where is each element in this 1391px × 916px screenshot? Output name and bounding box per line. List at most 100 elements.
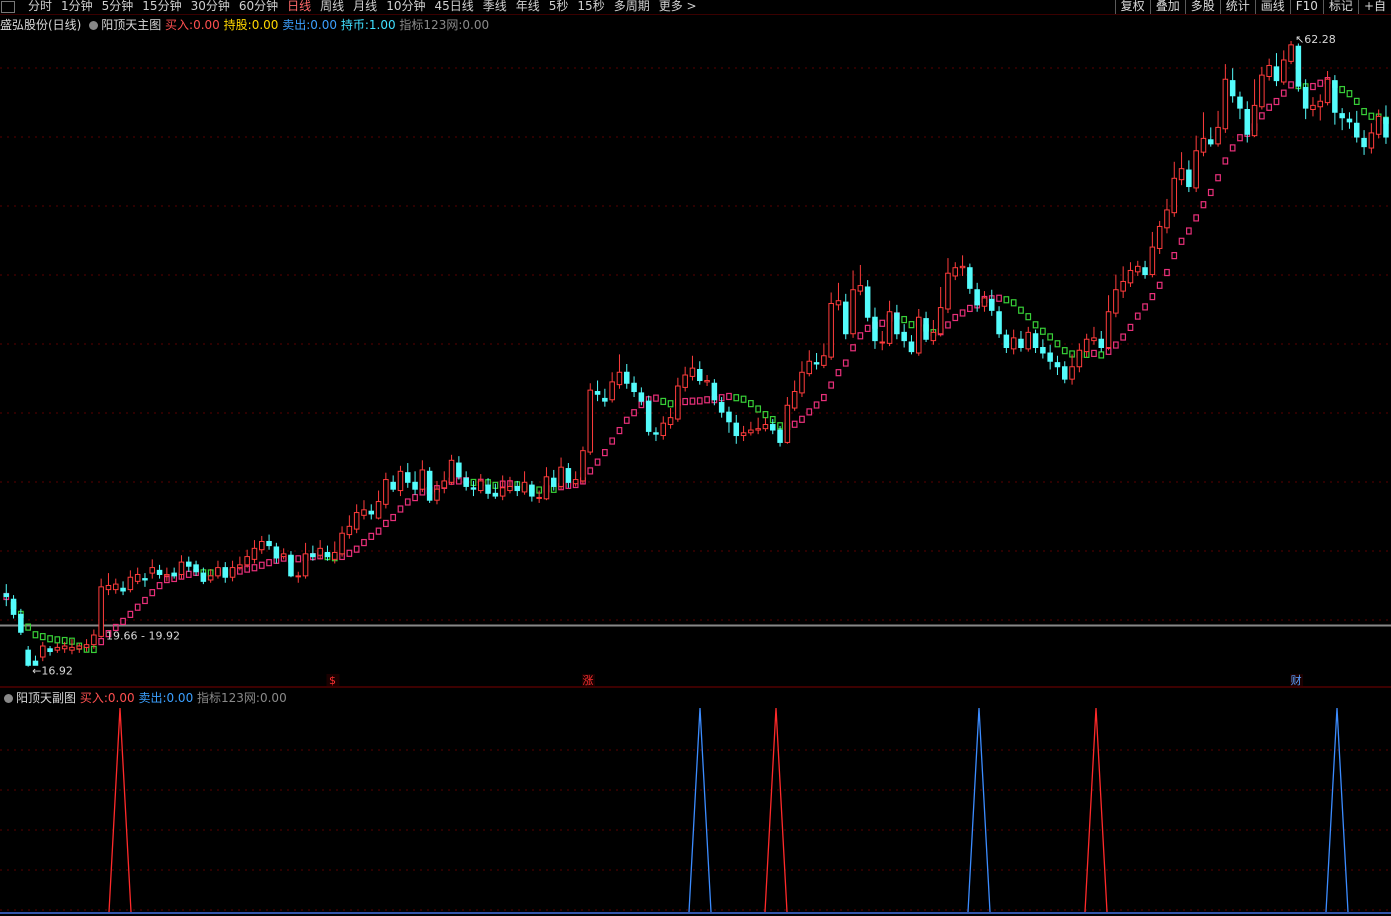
- trend-mark: [587, 467, 594, 475]
- period-tab[interactable]: 多周期: [614, 0, 650, 14]
- candle-body: [704, 380, 710, 383]
- period-tab[interactable]: 更多 >: [659, 0, 697, 14]
- trend-mark: [1222, 157, 1229, 165]
- tool-button[interactable]: 多股: [1184, 0, 1220, 14]
- period-tab[interactable]: 周线: [320, 0, 344, 14]
- sub-indicator-menu-icon[interactable]: [4, 694, 13, 703]
- buy-value: 0.00: [193, 18, 220, 32]
- trend-mark: [185, 570, 192, 578]
- tool-button[interactable]: 叠加: [1149, 0, 1185, 14]
- tool-button[interactable]: F10: [1289, 0, 1323, 14]
- tool-button[interactable]: +自: [1357, 0, 1391, 14]
- candle-body: [587, 389, 594, 453]
- candle-body: [1295, 45, 1302, 87]
- trend-mark: [842, 359, 849, 367]
- candle-body: [507, 485, 513, 492]
- panel-toggle-icon[interactable]: [1, 1, 15, 13]
- candle-body: [1346, 118, 1353, 123]
- candle-body: [492, 492, 499, 497]
- period-tab[interactable]: 1分钟: [61, 0, 93, 14]
- candle-body: [1120, 280, 1126, 292]
- signal-spike: [108, 707, 132, 913]
- candle-body: [872, 316, 878, 342]
- period-tab[interactable]: 10分钟: [386, 0, 425, 14]
- period-tab[interactable]: 30分钟: [191, 0, 230, 14]
- hold-value: 0.00: [251, 18, 279, 32]
- candle-body: [733, 422, 740, 437]
- candle-body: [536, 496, 542, 499]
- trend-mark: [1215, 174, 1221, 182]
- tool-button[interactable]: 标记: [1322, 0, 1358, 14]
- period-tab[interactable]: 15分钟: [142, 0, 181, 14]
- sub-indicator-name[interactable]: 阳顶天副图: [16, 691, 76, 705]
- trend-mark: [1288, 81, 1294, 89]
- candle-body: [777, 429, 783, 443]
- period-tab[interactable]: 月线: [353, 0, 377, 14]
- trend-mark: [1361, 107, 1367, 116]
- stock-title[interactable]: 盛弘股份(日线): [0, 18, 81, 32]
- candle-body: [98, 586, 104, 637]
- period-tab[interactable]: 日线: [287, 0, 311, 14]
- candle-body: [1040, 346, 1046, 354]
- trend-mark: [397, 505, 404, 513]
- candle-body: [624, 371, 630, 384]
- trend-mark: [733, 394, 740, 402]
- coin-label: 持币:: [340, 18, 369, 32]
- tool-button[interactable]: 画线: [1254, 0, 1290, 14]
- candle-body: [54, 646, 61, 651]
- candle-body: [1368, 132, 1375, 149]
- period-tab[interactable]: 60分钟: [239, 0, 278, 14]
- candle-body: [609, 381, 615, 401]
- tool-button[interactable]: 统计: [1219, 0, 1255, 14]
- candle-body: [857, 285, 864, 292]
- period-tabs: 分时 1分钟 5分钟 15分钟 30分钟 60分钟 日线 周线 月线 10分钟 45日线 季线 年线 5秒…: [28, 0, 697, 14]
- candle-body: [383, 479, 389, 505]
- tool-button[interactable]: 复权: [1114, 0, 1150, 14]
- candle-body: [456, 462, 462, 478]
- trend-mark: [1207, 188, 1214, 197]
- candle-body: [952, 267, 959, 277]
- candle-body: [1237, 96, 1243, 109]
- candle-body: [638, 392, 645, 402]
- period-tab[interactable]: 分时: [28, 0, 52, 14]
- trend-mark: [1156, 281, 1163, 289]
- candle-body: [675, 385, 681, 420]
- candle-body: [280, 553, 287, 558]
- candle-body: [1069, 366, 1075, 380]
- candle-body: [1127, 269, 1134, 284]
- period-tab[interactable]: 15秒: [577, 0, 604, 14]
- candle-body: [945, 272, 951, 310]
- main-candlestick-chart[interactable]: ↖62.28 ←16.92 19.66 - 19.92 $ 涨 财: [0, 33, 1391, 688]
- candle-body: [916, 316, 922, 354]
- trend-mark: [996, 294, 1002, 302]
- period-tab[interactable]: 季线: [483, 0, 507, 14]
- signal-spike: [688, 707, 712, 913]
- trend-mark: [1003, 296, 1010, 304]
- trend-mark: [791, 420, 798, 428]
- candle-body: [1025, 331, 1032, 350]
- sub-indicator-bar: 阳顶天副图 买入:0.00 卖出:0.00 指标123网:0.00: [0, 690, 287, 706]
- trend-mark: [32, 631, 39, 639]
- trend-mark: [1273, 97, 1280, 106]
- candle-body: [843, 301, 849, 335]
- candle-body: [901, 331, 907, 342]
- period-tab[interactable]: 5分钟: [102, 0, 134, 14]
- period-tab[interactable]: 年线: [516, 0, 540, 14]
- net-value: 0.00: [462, 18, 490, 32]
- sub-indicator-chart[interactable]: [0, 690, 1391, 916]
- candle-body: [91, 634, 97, 646]
- candle-body: [251, 547, 258, 560]
- trend-mark: [631, 409, 637, 417]
- candle-body: [813, 362, 820, 365]
- trend-mark: [1039, 327, 1046, 335]
- candle-body: [237, 564, 243, 569]
- period-tab[interactable]: 5秒: [549, 0, 569, 14]
- signal-spike: [1084, 707, 1108, 913]
- candle-body: [755, 428, 761, 431]
- candle-body: [47, 648, 53, 653]
- main-indicator-name[interactable]: 阳顶天主图: [101, 18, 161, 32]
- candle-body: [937, 307, 944, 335]
- indicator-menu-icon[interactable]: [89, 21, 99, 30]
- trend-mark: [1258, 112, 1265, 120]
- period-tab[interactable]: 45日线: [434, 0, 473, 14]
